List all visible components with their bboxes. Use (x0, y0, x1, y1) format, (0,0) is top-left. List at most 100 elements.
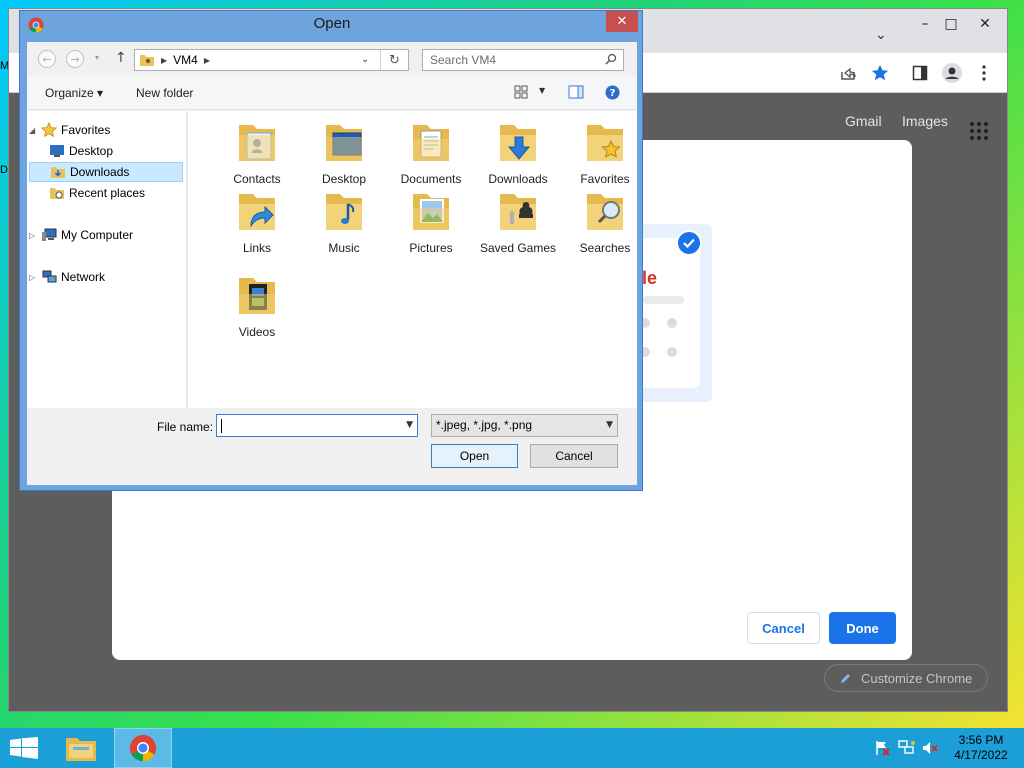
folder-item-contacts[interactable]: Contacts (213, 119, 301, 187)
tree-item-my-computer[interactable]: ▷ My Computer (29, 225, 183, 245)
tree-item-recent-places[interactable]: Recent places (29, 183, 183, 203)
documents-folder-icon (413, 125, 449, 161)
expand-arrow-icon[interactable]: ◢ (29, 126, 37, 135)
folder-item-favorites[interactable]: Favorites (561, 119, 649, 187)
folder-item-label: Links (242, 241, 271, 255)
share-icon[interactable] (837, 62, 859, 84)
music-folder-icon (326, 194, 362, 230)
file-name-input[interactable]: ▼ (216, 414, 418, 437)
profile-avatar-icon[interactable] (941, 62, 963, 84)
network-status-icon[interactable] (898, 740, 916, 756)
forward-button[interactable]: → (66, 50, 84, 68)
clock-time: 3:56 PM (958, 733, 1004, 747)
tab-search-chevron-icon[interactable]: ⌄ (875, 27, 887, 43)
expand-arrow-icon[interactable]: ▷ (29, 231, 37, 240)
modal-cancel-button[interactable]: Cancel (747, 612, 820, 644)
up-arrow-icon[interactable]: ↑ (115, 50, 127, 66)
folder-item-label: Favorites (580, 172, 630, 186)
tree-item-favorites[interactable]: ◢ Favorites (29, 120, 183, 140)
pictures-folder-icon (413, 194, 449, 230)
breadcrumb-location[interactable]: VM4 (173, 53, 198, 67)
refresh-icon[interactable]: ↻ (380, 50, 408, 70)
command-bar: Organize ▾ New folder ▼ ? (27, 76, 637, 110)
file-explorer-icon (66, 738, 96, 761)
start-button-windows-icon[interactable] (10, 737, 38, 759)
file-name-dropdown-icon[interactable]: ▼ (406, 420, 413, 430)
desktop-icon-label-fragment: D (0, 164, 8, 176)
tree-item-network[interactable]: ▷ Network (29, 267, 183, 287)
folder-item-pictures[interactable]: Pictures (387, 188, 475, 256)
taskbar: 3:56 PM 4/17/2022 (0, 728, 1024, 768)
file-type-dropdown-icon[interactable]: ▼ (606, 415, 613, 436)
tree-item-label: Favorites (61, 123, 111, 137)
dialog-close-button[interactable]: ✕ (606, 11, 638, 32)
bookmark-star-icon[interactable] (869, 62, 891, 84)
folder-item-documents[interactable]: Documents (387, 119, 475, 187)
search-icon[interactable] (605, 53, 617, 65)
folder-item-videos[interactable]: Videos (213, 272, 301, 340)
dialog-footer: File name: ▼ *.jpeg, *.jpg, *.png ▼ Open… (27, 408, 637, 485)
search-input[interactable]: Search VM4 (422, 49, 624, 71)
folder-item-label: Music (328, 241, 360, 255)
open-button[interactable]: Open (431, 444, 518, 468)
file-type-select[interactable]: *.jpeg, *.jpg, *.png ▼ (431, 414, 618, 437)
theme-card-logo-fragment: le (642, 268, 658, 288)
action-center-flag-icon[interactable] (874, 740, 890, 756)
maximize-button[interactable]: □ (937, 13, 965, 35)
customize-chrome-button[interactable]: Customize Chrome (824, 664, 988, 692)
breadcrumb-separator-icon: ▶ (161, 55, 168, 65)
taskbar-file-explorer[interactable] (52, 728, 110, 768)
view-dropdown-icon[interactable]: ▼ (539, 86, 545, 95)
tree-item-desktop[interactable]: Desktop (29, 141, 183, 161)
taskbar-chrome[interactable] (114, 728, 172, 768)
folder-item-label: Contacts (233, 172, 281, 186)
address-dropdown-icon[interactable]: ⌄ (361, 54, 369, 65)
folder-item-label: Documents (400, 172, 462, 186)
tree-item-label: Recent places (69, 186, 146, 200)
more-menu-icon[interactable] (973, 62, 995, 84)
tree-item-downloads[interactable]: Downloads (29, 162, 183, 182)
images-link[interactable]: Images (902, 113, 948, 129)
folder-item-links[interactable]: Links (213, 188, 301, 256)
recent-locations-chevron-icon[interactable]: ▾ (95, 53, 99, 62)
help-icon[interactable]: ? (605, 85, 620, 100)
tree-item-label: My Computer (61, 228, 134, 242)
folder-item-searches[interactable]: Searches (561, 188, 649, 256)
gmail-link[interactable]: Gmail (845, 113, 882, 129)
file-type-value: *.jpeg, *.jpg, *.png (436, 418, 533, 432)
folder-item-saved-games[interactable]: Saved Games (474, 188, 562, 256)
folder-item-downloads[interactable]: Downloads (474, 119, 562, 187)
volume-muted-icon[interactable] (922, 740, 938, 756)
preview-pane-icon[interactable] (568, 85, 584, 99)
dialog-body: ← → ▾ ↑ ▶ VM4 ▶ ⌄ ↻ Search VM4 Organize … (27, 42, 637, 485)
side-panel-icon[interactable] (909, 62, 931, 84)
theme-card-dot (667, 318, 677, 328)
folder-item-label: Saved Games (479, 241, 557, 255)
address-bar[interactable]: ▶ VM4 ▶ ⌄ ↻ (134, 49, 409, 71)
folder-item-music[interactable]: Music (300, 188, 388, 256)
back-button[interactable]: ← (38, 50, 56, 68)
apps-grid-icon[interactable] (970, 122, 988, 140)
breadcrumb-chevron-icon[interactable]: ▶ (204, 56, 210, 65)
text-caret (221, 419, 222, 433)
desktop-icon (50, 145, 64, 157)
contacts-folder-icon (239, 125, 275, 161)
navigation-bar: ← → ▾ ↑ ▶ VM4 ▶ ⌄ ↻ Search VM4 (27, 42, 637, 74)
modal-done-button[interactable]: Done (829, 612, 896, 644)
folder-user-icon (140, 55, 154, 66)
theme-card-bar (642, 296, 684, 304)
dialog-title: Open (313, 15, 351, 32)
new-folder-button[interactable]: New folder (136, 86, 193, 100)
cancel-button[interactable]: Cancel (530, 444, 618, 468)
folder-item-desktop[interactable]: Desktop (300, 119, 388, 187)
selected-check-icon (676, 230, 702, 256)
system-clock[interactable]: 3:56 PM 4/17/2022 (946, 733, 1016, 763)
folder-item-label: Downloads (488, 172, 548, 186)
organize-button[interactable]: Organize ▾ (45, 86, 103, 100)
network-icon (42, 270, 57, 283)
close-window-button[interactable]: ✕ (971, 13, 999, 35)
links-folder-icon (239, 194, 275, 230)
expand-arrow-icon[interactable]: ▷ (29, 273, 37, 282)
minimize-button[interactable]: – (911, 13, 939, 35)
change-view-icon[interactable] (514, 85, 528, 99)
